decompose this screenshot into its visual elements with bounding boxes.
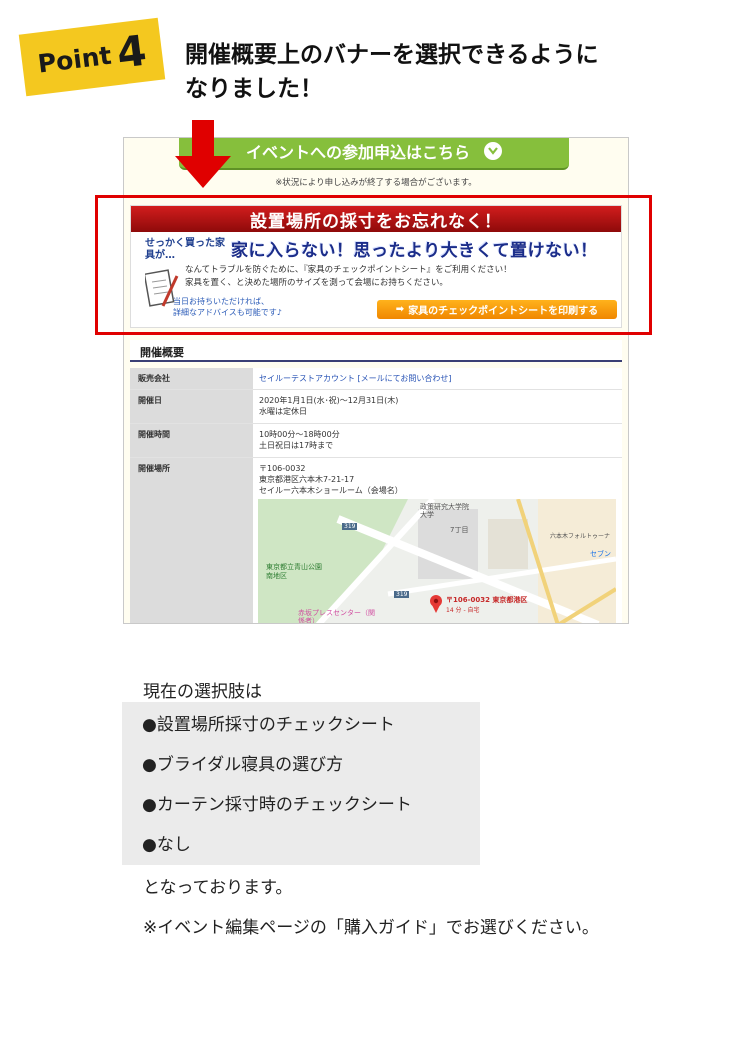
map-label-route319b: 319: [394, 591, 410, 598]
row-value: 10時00分〜18時00分 土日祝日は17時まで: [253, 424, 622, 457]
event-page-screenshot: イベントへの参加申込はこちら ※状況により申し込みが終了する場合がございます。 …: [123, 137, 629, 624]
table-row: 開催日 2020年1月1日(水･祝)〜12月31日(木) 水曜は定休日: [130, 390, 622, 424]
venue-name: セイルー六本木ショールーム（会場名）: [259, 486, 403, 495]
map-pin-sub: 14 分 - 自宅: [446, 607, 480, 614]
postal-code: 〒106-0032: [259, 464, 306, 473]
guide-note: ※イベント編集ページの「購入ガイド」でお選びください。: [143, 918, 599, 938]
map-pin-label: 〒106-0032 東京都港区: [446, 596, 528, 604]
row-key: 販売会社: [130, 368, 253, 389]
chevron-down-icon: [484, 142, 502, 160]
apply-button-label: イベントへの参加申込はこちら: [245, 143, 470, 162]
print-checksheet-button[interactable]: ➡ 家具のチェックポイントシートを印刷する: [377, 300, 617, 319]
banner-advice: 当日お持ちいただければ、 詳細なアドバイスも可能です♪: [173, 296, 373, 318]
banner-advice-line1: 当日お持ちいただければ、: [173, 297, 269, 306]
apply-button[interactable]: イベントへの参加申込はこちら: [179, 138, 569, 170]
map-label-akasaka: 赤坂プレスセンター（関係者）: [298, 609, 375, 624]
print-button-label: 家具のチェックポイントシートを印刷する: [408, 306, 599, 317]
row-value: セイルーテストアカウント [メールにてお問い合わせ]: [253, 368, 622, 389]
intro-text: 現在の選択肢は: [143, 682, 262, 702]
list-item: ●ブライダル寝具の選び方: [142, 755, 344, 775]
row-value: 2020年1月1日(水･祝)〜12月31日(木) 水曜は定休日: [253, 390, 622, 423]
map-label-roppongi: 六本木フォルトゥーナ: [550, 533, 611, 540]
arrow-right-icon: ➡: [395, 304, 405, 315]
mail-link[interactable]: [メールにてお問い合わせ]: [358, 374, 452, 383]
row-key: 開催日: [130, 390, 253, 423]
banner-advice-line2: 詳細なアドバイスも可能です♪: [173, 308, 282, 317]
table-row: 開催時間 10時00分〜18時00分 土日祝日は17時まで: [130, 424, 622, 458]
list-item: ●設置場所採寸のチェックシート: [142, 715, 395, 735]
map-label-chome: 7丁目: [450, 526, 469, 534]
measure-banner[interactable]: 設置場所の採寸をお忘れなく！ せっかく買った家具が… 家に入らない！思ったより大…: [130, 205, 622, 328]
closing-text: となっております。: [143, 878, 293, 898]
row-key: 開催場所: [130, 458, 253, 623]
banner-title: 設置場所の採寸をお忘れなく！: [131, 206, 621, 232]
table-row: 販売会社 セイルーテストアカウント [メールにてお問い合わせ]: [130, 368, 622, 390]
map-label-route319: 319: [342, 523, 358, 530]
point-word: Point: [36, 40, 113, 79]
point-number: 4: [114, 25, 150, 78]
down-arrow-icon: [175, 120, 231, 188]
list-item: ●カーテン採寸時のチェックシート: [142, 795, 412, 815]
row-key: 開催時間: [130, 424, 253, 457]
point-badge: Point 4: [18, 17, 166, 97]
banner-sub: せっかく買った家具が…: [145, 238, 225, 261]
seller-link[interactable]: セイルーテストアカウント: [259, 374, 355, 383]
map-label-park: 東京都立青山公園南地区: [266, 563, 322, 580]
date-line: 2020年1月1日(水･祝)〜12月31日(木): [259, 396, 399, 405]
headline-line2: なりました！: [185, 76, 323, 102]
headline-line1: 開催概要上のバナーを選択できるように: [185, 42, 599, 68]
headline: 開催概要上のバナーを選択できるように なりました！: [185, 38, 655, 106]
weekend-time-line: 土日祝日は17時まで: [259, 441, 334, 450]
map-label-university: 政策研究大学院大学: [420, 503, 469, 519]
address: 東京都港区六本木7-21-17: [259, 475, 355, 484]
banner-desc-line1: なんてトラブルを防ぐために、『家具のチェックポイントシート』をご利用ください！: [185, 265, 512, 275]
section-title: 開催概要: [130, 340, 622, 362]
list-item: ●なし: [142, 835, 191, 855]
banner-desc-line2: 家具を置く、と決めた場所のサイズを測って会場にお持ちください。: [185, 278, 448, 288]
banner-desc: なんてトラブルを防ぐために、『家具のチェックポイントシート』をご利用ください！ …: [185, 264, 621, 290]
banner-catch: 家に入らない！思ったより大きくて置けない！: [231, 241, 598, 261]
time-line: 10時00分〜18時00分: [259, 430, 340, 439]
map-label-seven: セブン: [590, 550, 611, 558]
choices-list: ●設置場所採寸のチェックシート ●ブライダル寝具の選び方 ●カーテン採寸時のチェ…: [122, 702, 480, 865]
holiday-line: 水曜は定休日: [259, 407, 307, 416]
location-map[interactable]: 政策研究大学院大学 7丁目 東京都立青山公園南地区 六本木フォルトゥーナ セブン…: [258, 499, 616, 624]
